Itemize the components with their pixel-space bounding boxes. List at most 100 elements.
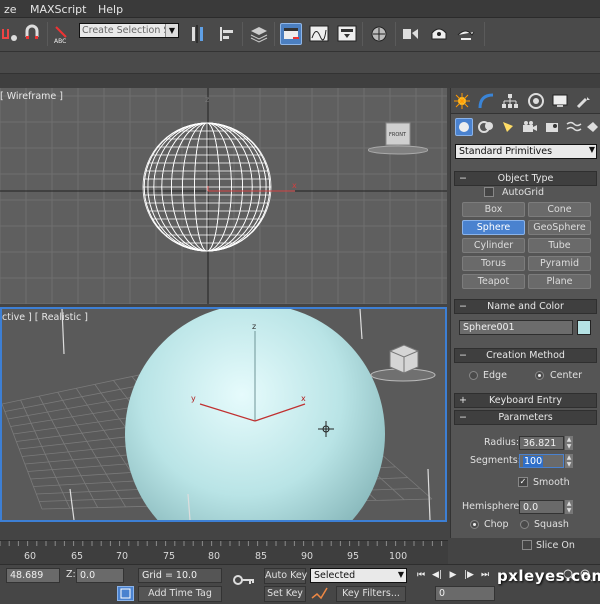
center-radio[interactable] xyxy=(535,371,544,380)
play-icon[interactable]: ▶ xyxy=(446,569,460,582)
secondary-toolbar xyxy=(0,52,600,74)
cylinder-button[interactable]: Cylinder xyxy=(462,238,525,253)
lights-category-icon[interactable] xyxy=(499,118,517,136)
cameras-category-icon[interactable] xyxy=(521,118,539,136)
svg-text:z: z xyxy=(205,95,209,104)
display-tab-icon[interactable] xyxy=(551,92,569,110)
render-production-icon[interactable] xyxy=(455,23,477,45)
hemisphere-spinner-field[interactable]: 0.0 xyxy=(519,500,564,514)
modify-tab-icon[interactable] xyxy=(477,92,495,110)
slice-on-checkbox[interactable] xyxy=(522,540,532,550)
viewport-top-label[interactable]: [ Wireframe ] xyxy=(0,91,63,102)
object-name-field[interactable]: Sphere001 xyxy=(459,320,573,335)
edge-radio[interactable] xyxy=(469,371,478,380)
motion-tab-icon[interactable] xyxy=(527,92,545,110)
viewcube-perspective[interactable] xyxy=(370,339,436,383)
ribbon-toggle-icon[interactable] xyxy=(280,23,302,45)
key-icon[interactable] xyxy=(233,573,255,587)
viewcube-front[interactable]: FRONT xyxy=(367,120,429,156)
spacewarps-category-icon[interactable] xyxy=(565,118,583,136)
segments-spinner-arrows[interactable]: ▲ ▼ xyxy=(565,454,573,468)
timeline-tick-label: 65 xyxy=(71,551,84,562)
cone-button[interactable]: Cone xyxy=(528,202,591,217)
coord-y-field[interactable]: 48.689 xyxy=(6,568,60,583)
edit-named-selection-icon[interactable]: ABC xyxy=(52,23,74,45)
geosphere-button[interactable]: GeoSphere xyxy=(528,220,591,235)
mirror-icon[interactable] xyxy=(187,23,209,45)
create-tab-icon[interactable] xyxy=(453,92,471,110)
plane-button[interactable]: Plane xyxy=(528,274,591,289)
rollout-keyboard-entry[interactable]: + Keyboard Entry xyxy=(454,393,597,408)
layer-manager-icon[interactable] xyxy=(248,23,270,45)
timeline-ruler[interactable]: 60 65 70 75 80 85 90 95 100 xyxy=(0,540,448,564)
chop-radio[interactable] xyxy=(470,520,479,529)
rollout-object-type[interactable]: − Object Type xyxy=(454,171,597,186)
viewport-top[interactable]: x z [ Wireframe ] FRONT xyxy=(0,88,447,304)
teapot-button[interactable]: Teapot xyxy=(462,274,525,289)
rollout-creation-method[interactable]: − Creation Method xyxy=(454,348,597,363)
selection-set-dropdown[interactable]: Create Selection Se ▼ xyxy=(79,23,179,38)
viewport-persp-label[interactable]: ctive ] [ Realistic ] xyxy=(2,312,88,323)
rollout-name-and-color[interactable]: − Name and Color xyxy=(454,299,597,314)
collapse-icon: − xyxy=(459,301,467,312)
pyramid-button[interactable]: Pyramid xyxy=(528,256,591,271)
squash-radio-label: Squash xyxy=(534,519,569,530)
timeline-tick-label: 100 xyxy=(389,551,408,562)
chevron-down-icon: ▼ xyxy=(588,145,595,154)
radius-spinner-field[interactable]: 36.821 xyxy=(519,436,564,450)
menu-bar: ze MAXScript Help xyxy=(0,0,600,18)
systems-category-icon[interactable] xyxy=(585,118,599,136)
segments-label: Segments: xyxy=(470,455,521,466)
command-panel: Standard Primitives ▼ − Object Type Auto… xyxy=(450,88,600,551)
menu-item-help[interactable]: Help xyxy=(98,3,123,16)
previous-frame-icon[interactable]: ◀| xyxy=(430,569,444,582)
key-mode-dropdown[interactable]: Selected ▼ xyxy=(310,568,407,583)
svg-text:y: y xyxy=(191,394,196,403)
utilities-tab-icon[interactable] xyxy=(575,92,593,110)
render-frame-icon[interactable] xyxy=(428,23,450,45)
object-category-dropdown[interactable]: Standard Primitives ▼ xyxy=(455,144,597,159)
chevron-down-icon: ▼ xyxy=(397,570,404,579)
time-tag-icon[interactable] xyxy=(117,586,134,601)
sphere-button[interactable]: Sphere xyxy=(462,220,525,235)
next-frame-icon[interactable]: |▶ xyxy=(462,569,476,582)
smooth-label: Smooth xyxy=(533,477,570,488)
object-color-swatch[interactable] xyxy=(577,320,591,335)
menu-item-maxscript[interactable]: MAXScript xyxy=(30,3,86,16)
torus-button[interactable]: Torus xyxy=(462,256,525,271)
tube-button[interactable]: Tube xyxy=(528,238,591,253)
hemisphere-spinner-arrows[interactable]: ▲ ▼ xyxy=(565,500,573,514)
helpers-category-icon[interactable] xyxy=(543,118,561,136)
hierarchy-tab-icon[interactable] xyxy=(501,92,519,110)
render-setup-icon[interactable] xyxy=(400,23,422,45)
shapes-category-icon[interactable] xyxy=(477,118,495,136)
grid-size-readout: Grid = 10.0 xyxy=(138,568,222,583)
svg-text:ABC: ABC xyxy=(54,38,66,45)
timeline-tick-label: 90 xyxy=(301,551,314,562)
go-to-end-icon[interactable]: ⏭ xyxy=(478,569,492,582)
rollout-parameters[interactable]: − Parameters xyxy=(454,410,597,425)
box-button[interactable]: Box xyxy=(462,202,525,217)
menu-item-edit[interactable]: ze xyxy=(4,3,17,16)
radius-spinner-arrows[interactable]: ▲ ▼ xyxy=(565,436,573,450)
tangent-curve-icon[interactable] xyxy=(310,586,330,601)
coord-z-field[interactable]: 0.0 xyxy=(76,568,124,583)
collapse-icon: − xyxy=(459,350,467,361)
material-editor-icon[interactable] xyxy=(368,23,390,45)
slice-on-label: Slice On xyxy=(536,540,575,551)
align-icon[interactable] xyxy=(215,23,237,45)
snap-toggle-icon[interactable] xyxy=(0,23,22,45)
segments-spinner-field[interactable]: 100 xyxy=(519,454,564,468)
current-frame-field[interactable]: 0 xyxy=(435,586,495,601)
viewport-perspective[interactable]: z y x ctive ] [ Realistic ] xyxy=(0,307,447,522)
main-toolbar: ABC Create Selection Se ▼ xyxy=(0,18,600,52)
curve-editor-icon[interactable] xyxy=(308,23,330,45)
go-to-start-icon[interactable]: ⏮ xyxy=(414,569,428,582)
autogrid-checkbox[interactable] xyxy=(484,187,494,197)
magnet-icon[interactable] xyxy=(23,23,45,45)
schematic-view-icon[interactable] xyxy=(336,23,358,45)
smooth-checkbox[interactable]: ✓ xyxy=(518,477,528,487)
geometry-category-icon[interactable] xyxy=(455,118,473,136)
squash-radio[interactable] xyxy=(520,520,529,529)
auto-key-button[interactable]: Auto Key xyxy=(264,568,307,584)
